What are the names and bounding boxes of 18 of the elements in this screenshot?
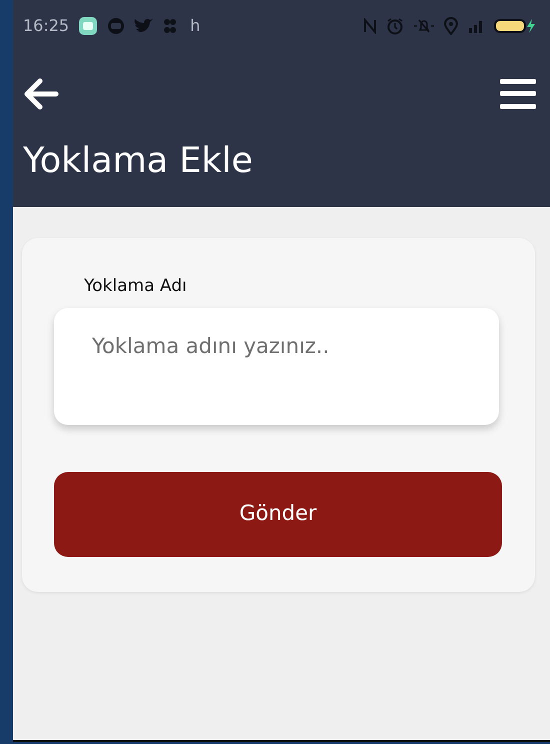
- menu-icon[interactable]: [500, 78, 536, 110]
- nfc-icon: [363, 18, 377, 34]
- chat-icon: [107, 17, 126, 35]
- battery-icon: [494, 18, 536, 34]
- status-time: 16:25: [23, 15, 70, 37]
- location-icon: [444, 17, 458, 35]
- input-field[interactable]: Yoklama adını yazınız..: [54, 308, 499, 424]
- message-icon: [78, 16, 98, 36]
- muted-bell-icon: [413, 18, 435, 34]
- alarm-icon: [386, 17, 404, 35]
- grid-icon: [163, 17, 178, 35]
- submit-button[interactable]: Gönder: [54, 472, 502, 556]
- back-arrow-icon[interactable]: [23, 77, 59, 111]
- field-label: Yoklama Adı: [84, 275, 187, 298]
- signal-icon: [467, 18, 485, 34]
- notification-letter: h: [190, 15, 200, 37]
- page-title: Yoklama Ekle: [23, 140, 254, 179]
- bird-icon: [134, 17, 154, 35]
